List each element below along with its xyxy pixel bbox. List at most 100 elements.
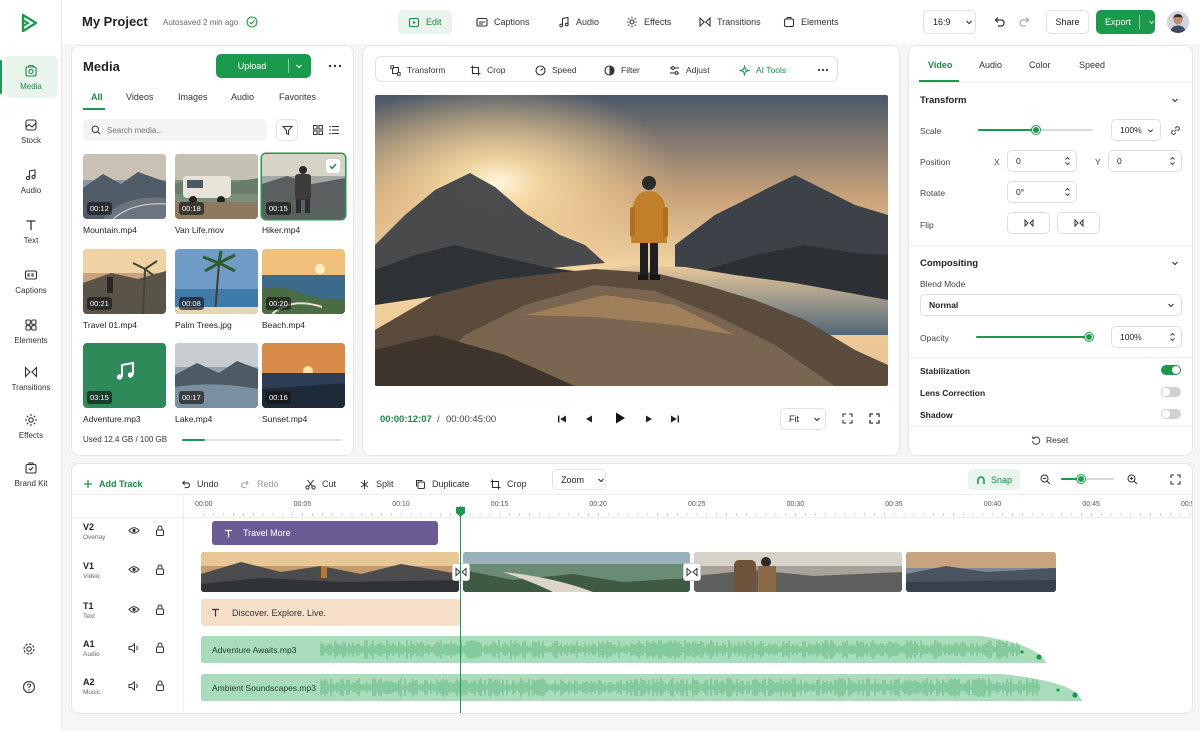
inspector-tab-speed[interactable]: Speed [1079, 60, 1105, 70]
scale-input[interactable]: 100% [1111, 119, 1161, 141]
rail-item-elements[interactable]: Elements [4, 310, 58, 352]
checkbox-checked-icon[interactable] [326, 159, 340, 173]
inspector-tab-audio[interactable]: Audio [979, 60, 1002, 70]
opacity-slider-handle[interactable] [1085, 333, 1093, 341]
export-button[interactable]: Export [1096, 10, 1155, 34]
list-view-icon[interactable] [328, 124, 339, 135]
lock-icon[interactable] [155, 564, 165, 575]
transition-marker-icon[interactable] [452, 563, 470, 581]
inspector-tab-color[interactable]: Color [1029, 60, 1051, 70]
safe-area-icon[interactable] [841, 412, 854, 425]
lock-icon[interactable] [155, 525, 165, 536]
video-clip-1[interactable] [201, 552, 459, 592]
undo-button[interactable]: Undo [180, 473, 219, 495]
timeline-zoom-slider[interactable] [1061, 475, 1114, 483]
video-clip-3[interactable] [694, 552, 902, 592]
play-logo-icon[interactable] [18, 12, 40, 34]
media-thumbnail[interactable]: 00:17 [175, 343, 258, 408]
chevron-down-icon[interactable] [1170, 95, 1180, 105]
step-back-icon[interactable] [583, 413, 595, 425]
link-icon[interactable] [1169, 124, 1181, 136]
transform-section-title[interactable]: Transform [920, 95, 966, 106]
skip-end-icon[interactable] [669, 413, 681, 425]
rail-item-captions[interactable]: Captions [4, 260, 58, 302]
blend-mode-select[interactable]: Normal [920, 294, 1182, 316]
shadow-toggle[interactable] [1161, 409, 1181, 419]
share-button[interactable]: Share [1046, 10, 1089, 34]
project-title[interactable]: My Project [82, 14, 148, 29]
eye-icon[interactable] [128, 605, 140, 614]
stabilization-toggle[interactable] [1161, 365, 1181, 375]
rail-item-audio[interactable]: Audio [4, 160, 58, 202]
cut-button[interactable]: Cut [305, 473, 336, 495]
fit-timeline-icon[interactable] [1169, 473, 1181, 485]
rotate-input[interactable]: 0° [1007, 181, 1077, 203]
playhead-handle[interactable] [455, 506, 466, 518]
rail-item-text[interactable]: Text [4, 210, 58, 252]
lock-icon[interactable] [155, 680, 165, 691]
media-thumbnail[interactable]: 00:12 [83, 154, 166, 219]
tool-transform[interactable]: Transform [390, 63, 445, 77]
mode-tab-transitions[interactable]: Transitions [689, 10, 771, 34]
rail-item-effects[interactable]: Effects [4, 405, 58, 447]
opacity-input[interactable]: 100% [1111, 326, 1182, 348]
crop-button[interactable]: Crop [490, 473, 527, 495]
rail-item-brand-kit[interactable]: Brand Kit [4, 453, 58, 495]
scale-slider-handle[interactable] [1032, 126, 1040, 134]
upload-button[interactable]: Upload [216, 54, 311, 78]
timeline-zoom-handle[interactable] [1077, 475, 1085, 483]
tool-speed[interactable]: Speed [535, 63, 577, 77]
tool-adjust[interactable]: Adjust [669, 63, 710, 77]
aspect-ratio-select[interactable]: 16:9 [923, 10, 976, 34]
tool-ai-tools[interactable]: AI Tools [739, 63, 786, 77]
search-input[interactable] [107, 125, 257, 135]
mode-tab-effects[interactable]: Effects [616, 10, 681, 34]
mode-tab-elements[interactable]: Elements [773, 10, 849, 34]
position-y-input[interactable]: 0 [1108, 150, 1182, 172]
lens-correction-toggle[interactable] [1161, 387, 1181, 397]
media-thumbnail[interactable]: 00:18 [175, 154, 258, 219]
skip-start-icon[interactable] [556, 413, 568, 425]
video-preview[interactable] [375, 95, 888, 386]
video-clip-2[interactable] [463, 552, 690, 592]
reset-button[interactable]: Reset [1031, 435, 1068, 445]
playhead[interactable] [460, 506, 461, 713]
zoom-select[interactable]: Zoom [552, 469, 606, 490]
duplicate-button[interactable]: Duplicate [415, 473, 470, 495]
compositing-section-title[interactable]: Compositing [920, 258, 978, 269]
filter-button[interactable] [276, 119, 298, 141]
add-track-button[interactable]: Add Track [83, 473, 143, 495]
tool-filter[interactable]: Filter [604, 63, 640, 77]
inspector-tab-video[interactable]: Video [928, 60, 952, 70]
audio-clip-1[interactable]: Adventure Awaits.mp3 [201, 636, 1047, 663]
rail-item-transitions[interactable]: Transitions [4, 357, 58, 399]
lock-icon[interactable] [155, 604, 165, 615]
more-icon[interactable] [816, 65, 830, 75]
media-tab-videos[interactable]: Videos [126, 92, 153, 102]
media-thumbnail[interactable]: 00:15 [262, 154, 345, 219]
media-thumbnail[interactable]: 00:08 [175, 249, 258, 314]
overlay-clip[interactable]: Travel More [212, 521, 438, 545]
scale-slider[interactable] [978, 126, 1093, 134]
redo-button[interactable]: Redo [240, 473, 279, 495]
settings-icon[interactable] [22, 642, 36, 656]
media-thumbnail[interactable]: 00:21 [83, 249, 166, 314]
zoom-out-icon[interactable] [1039, 473, 1051, 485]
zoom-in-icon[interactable] [1126, 473, 1138, 485]
lock-icon[interactable] [155, 642, 165, 653]
timeline-ruler[interactable]: 00:00 00:05 00:10 00:15 00:20 00:25 00:30 00:35… [184, 495, 1192, 517]
rail-item-media[interactable]: Media [0, 56, 58, 98]
snap-toggle[interactable]: Snap [968, 469, 1020, 490]
rail-item-stock[interactable]: Stock [4, 110, 58, 152]
split-button[interactable]: Split [359, 473, 394, 495]
media-tab-all[interactable]: All [91, 92, 103, 102]
media-tab-favorites[interactable]: Favorites [279, 92, 316, 102]
step-forward-icon[interactable] [643, 413, 655, 425]
media-search[interactable] [83, 119, 267, 141]
opacity-slider[interactable] [976, 333, 1093, 341]
text-clip[interactable]: Discover. Explore. Live. [201, 599, 460, 626]
speaker-icon[interactable] [128, 643, 140, 653]
chevron-down-icon[interactable] [1170, 258, 1180, 268]
media-thumbnail[interactable]: 00:20 [262, 249, 345, 314]
eye-icon[interactable] [128, 526, 140, 535]
